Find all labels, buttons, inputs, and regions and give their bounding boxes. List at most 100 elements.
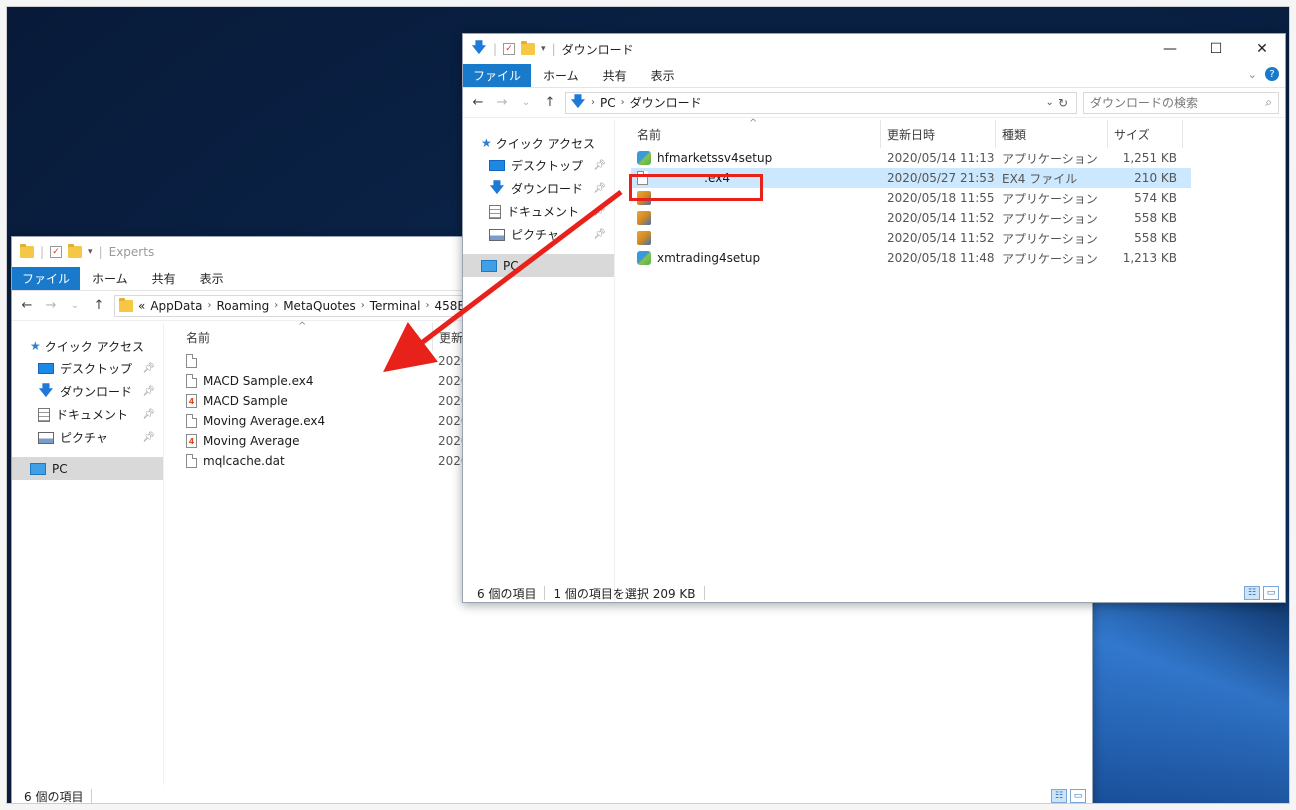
table-row[interactable]: 2020/ (180, 351, 480, 371)
sidebar-item-pc[interactable]: PC (12, 457, 163, 480)
address-dropdown-icon[interactable]: ⌄ (1046, 97, 1054, 108)
recent-locations-button[interactable]: ⌄ (517, 97, 535, 108)
window-title: Experts (108, 245, 155, 259)
navigation-pane: ★ クイック アクセス デスクトップ 📌︎ 🡇 ダウンロード 📌︎ ドキュメント (12, 323, 164, 785)
customize-qat-icon[interactable]: ▾ (541, 44, 546, 54)
sidebar-item-downloads[interactable]: 🡇 ダウンロード 📌︎ (12, 380, 163, 403)
column-header-modified[interactable]: 更新日時 (881, 120, 996, 148)
file-size: 558 KB (1134, 211, 1177, 225)
back-button[interactable]: ← (18, 298, 36, 313)
pin-icon[interactable]: 📌︎ (142, 363, 155, 374)
pin-icon[interactable]: 📌︎ (593, 160, 606, 171)
table-row[interactable]: MACD Sample.ex4 2020/ (180, 371, 480, 391)
column-header-size[interactable]: サイズ (1108, 120, 1183, 148)
desktop-icon (489, 160, 505, 171)
pin-icon[interactable]: 📌︎ (142, 409, 155, 420)
help-icon[interactable]: ? (1265, 67, 1279, 81)
installer-icon (637, 251, 651, 265)
address-bar[interactable]: 🡇 › PC › ダウンロード ⌄ ↻ (565, 91, 1077, 114)
properties-icon[interactable]: ✓ (50, 246, 63, 258)
large-icons-view-icon[interactable]: ▭ (1070, 789, 1086, 803)
window-body: ★ クイック アクセス デスクトップ 📌︎ 🡇 ダウンロード 📌︎ ドキュメント (463, 118, 1285, 602)
customize-qat-icon[interactable]: ▾ (88, 247, 93, 257)
address-controls: ⌄ ↻ (1046, 96, 1072, 110)
refresh-icon[interactable]: ↻ (1058, 96, 1068, 110)
close-button[interactable]: ✕ (1239, 34, 1285, 64)
sidebar-item-documents[interactable]: ドキュメント 📌︎ (12, 403, 163, 426)
new-folder-icon[interactable] (68, 244, 83, 258)
table-row[interactable]: hfmarketssv4setup 2020/05/14 11:13 アプリケー… (631, 148, 1191, 168)
breadcrumb-item[interactable]: AppData (150, 299, 202, 313)
breadcrumb-overflow[interactable]: « (138, 299, 145, 313)
breadcrumb-item[interactable]: Roaming (216, 299, 269, 313)
star-icon: ★ (481, 136, 492, 150)
sidebar-item-downloads[interactable]: 🡇 ダウンロード 📌︎ (463, 177, 614, 200)
pictures-icon (489, 228, 505, 241)
sidebar-item-desktop[interactable]: デスクトップ 📌︎ (12, 357, 163, 380)
sidebar-quick-access[interactable]: ★ クイック アクセス (463, 132, 614, 154)
table-row[interactable]: 2020/05/14 11:52 アプリケーション 558 KB (631, 228, 1191, 248)
table-row[interactable]: 4 MACD Sample 2020/ (180, 391, 480, 411)
separator: | (40, 245, 45, 259)
sidebar-item-pictures[interactable]: ピクチャ 📌︎ (463, 223, 614, 246)
tab-home[interactable]: ホーム (531, 64, 591, 87)
sidebar-item-pc[interactable]: PC (463, 254, 614, 277)
sidebar-label: ドキュメント (507, 205, 580, 219)
forward-button[interactable]: → (493, 95, 511, 110)
breadcrumb-item[interactable]: Terminal (370, 299, 421, 313)
pin-icon[interactable]: 📌︎ (142, 386, 155, 397)
breadcrumb-item[interactable]: ダウンロード (630, 94, 702, 111)
file-date: 2020/05/14 11:52 (887, 231, 995, 245)
tab-file[interactable]: ファイル (463, 64, 532, 87)
pin-icon[interactable]: 📌︎ (593, 206, 606, 217)
file-type: アプリケーション (1002, 191, 1098, 206)
sidebar-item-documents[interactable]: ドキュメント 📌︎ (463, 200, 614, 223)
tab-share[interactable]: 共有 (140, 267, 188, 290)
search-icon[interactable]: ⌕ (1265, 95, 1272, 110)
view-toggle: ☷ ▭ (1244, 586, 1279, 600)
forward-button[interactable]: → (42, 298, 60, 313)
sidebar-item-desktop[interactable]: デスクトップ 📌︎ (463, 154, 614, 177)
pin-icon[interactable]: 📌︎ (593, 183, 606, 194)
table-row[interactable]: 4 Moving Average 2020/ (180, 431, 480, 451)
table-row[interactable]: 2020/05/14 11:52 アプリケーション 558 KB (631, 208, 1191, 228)
tab-view[interactable]: 表示 (188, 267, 236, 290)
wallpaper-light (1069, 593, 1289, 803)
properties-icon[interactable]: ✓ (503, 43, 516, 55)
column-header-type[interactable]: 種類 (996, 120, 1108, 148)
expand-ribbon-button[interactable]: ⌄ (1248, 68, 1257, 81)
up-button[interactable]: ↑ (541, 95, 559, 110)
file-date: 2020/05/14 11:13 (887, 151, 995, 165)
tab-file[interactable]: ファイル (12, 267, 81, 290)
sidebar-quick-access[interactable]: ★ クイック アクセス (12, 335, 163, 357)
breadcrumb-separator: › (620, 97, 625, 108)
search-input[interactable]: ダウンロードの検索 ⌕ (1083, 91, 1279, 114)
breadcrumb-separator: › (360, 300, 365, 311)
sidebar-item-pictures[interactable]: ピクチャ 📌︎ (12, 426, 163, 449)
pin-icon[interactable]: 📌︎ (142, 432, 155, 443)
up-button[interactable]: ↑ (90, 298, 108, 313)
breadcrumb-item[interactable]: MetaQuotes (283, 299, 356, 313)
table-row[interactable]: xmtrading4setup 2020/05/18 11:48 アプリケーショ… (631, 248, 1191, 268)
back-button[interactable]: ← (469, 95, 487, 110)
folder-icon (119, 297, 133, 312)
tab-home[interactable]: ホーム (80, 267, 140, 290)
minimize-button[interactable]: — (1147, 34, 1193, 64)
table-row[interactable]: Moving Average.ex4 2020/ (180, 411, 480, 431)
maximize-button[interactable]: ☐ (1193, 34, 1239, 64)
table-row[interactable]: mqlcache.dat 2020/ (180, 451, 480, 471)
separator: | (551, 42, 556, 56)
tab-share[interactable]: 共有 (591, 64, 639, 87)
star-icon: ★ (30, 339, 41, 353)
large-icons-view-icon[interactable]: ▭ (1263, 586, 1279, 600)
breadcrumb-item[interactable]: PC (600, 96, 616, 110)
details-view-icon[interactable]: ☷ (1051, 789, 1067, 803)
new-folder-icon[interactable] (521, 41, 536, 55)
file-icon (186, 454, 197, 468)
pin-icon[interactable]: 📌︎ (593, 229, 606, 240)
file-date: 2020/05/18 11:48 (887, 251, 995, 265)
recent-locations-button[interactable]: ⌄ (66, 300, 84, 311)
installer-box-icon (637, 231, 651, 245)
details-view-icon[interactable]: ☷ (1244, 586, 1260, 600)
tab-view[interactable]: 表示 (639, 64, 687, 87)
